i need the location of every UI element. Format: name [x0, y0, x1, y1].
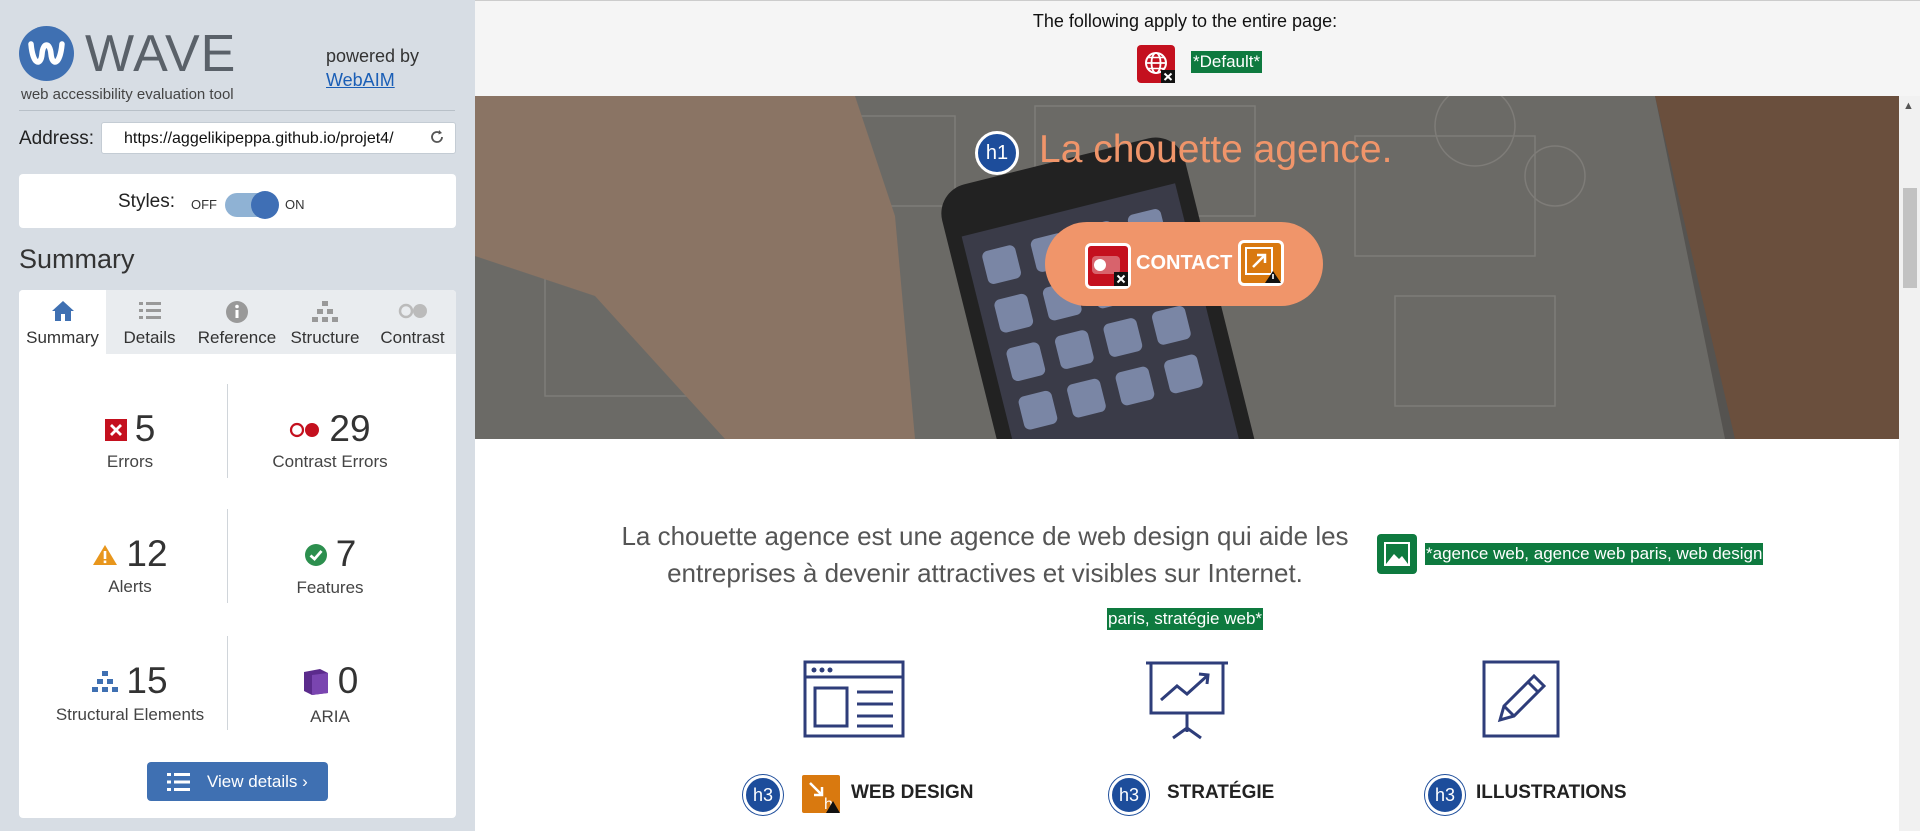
empty-button-error-icon[interactable]: [1085, 243, 1131, 289]
tab-contrast[interactable]: Contrast: [369, 290, 456, 354]
contrast-errors-count: 29: [329, 408, 371, 449]
list-icon: [106, 300, 193, 324]
styles-off-label: OFF: [191, 197, 217, 212]
page-level-annotations: The following apply to the entire page: …: [475, 0, 1920, 96]
structural-count: 15: [126, 660, 168, 701]
skipped-heading-alert-icon[interactable]: h: [799, 772, 843, 816]
presentation-chart-icon: [1145, 660, 1229, 747]
styles-label: Styles:: [118, 191, 176, 212]
divider: [227, 636, 228, 730]
divider: [19, 110, 455, 111]
summary-panel: Summary Details Reference Structure Cont…: [19, 290, 456, 818]
tab-label: Structure: [290, 328, 360, 347]
summary-heading: Summary: [19, 244, 135, 274]
aria-count: 0: [337, 660, 359, 701]
wave-sidebar: WAVE web accessibility evaluation tool p…: [0, 0, 475, 831]
page-scrollbar[interactable]: ▲: [1899, 96, 1920, 831]
error-icon: [104, 419, 127, 446]
address-bar: Address:: [19, 122, 456, 156]
address-box: [101, 122, 456, 154]
features-count: 7: [335, 533, 357, 574]
scroll-up-icon[interactable]: ▲: [1903, 100, 1914, 112]
default-label: *Default*: [1191, 51, 1263, 73]
stat-errors[interactable]: 5 Errors: [30, 408, 230, 472]
h3-heading-icon[interactable]: h3: [743, 775, 783, 815]
tab-summary[interactable]: Summary: [19, 290, 106, 354]
tab-bar: Summary Details Reference Structure Cont…: [19, 290, 456, 354]
powered-by: powered by WebAIM: [326, 44, 419, 92]
stat-contrast-errors[interactable]: 29 Contrast Errors: [230, 408, 430, 472]
styles-on-label: ON: [285, 197, 305, 212]
service-title-strategie: STRATÉGIE: [1167, 782, 1275, 803]
structural-label: Structural Elements: [55, 705, 205, 725]
list-icon: [167, 772, 191, 797]
tab-details[interactable]: Details: [106, 290, 193, 354]
tab-structure[interactable]: Structure: [281, 290, 369, 354]
features-label: Features: [296, 578, 364, 598]
page-level-heading: The following apply to the entire page:: [1032, 11, 1338, 31]
structure-icon: [92, 670, 119, 699]
alerts-label: Alerts: [108, 577, 152, 597]
view-details-label: View details ›: [207, 772, 308, 791]
feature-check-icon: [304, 543, 328, 572]
alt-text-label: paris, stratégie web*: [1107, 608, 1264, 630]
service-title-web-design: WEB DESIGN: [851, 782, 974, 803]
divider: [227, 509, 228, 603]
powered-by-text: powered by: [326, 46, 420, 66]
agency-description: La chouette agence est une agence de web…: [621, 521, 1349, 588]
errors-count: 5: [134, 408, 156, 449]
view-details-button[interactable]: View details ›: [147, 762, 328, 801]
toggle-knob: [251, 191, 279, 219]
address-label: Address:: [19, 128, 94, 149]
refresh-icon[interactable]: [429, 129, 447, 147]
logo-subtitle: web accessibility evaluation tool: [21, 86, 234, 103]
scroll-thumb[interactable]: [1903, 188, 1917, 288]
wave-logo-text: WAVE: [85, 25, 237, 83]
errors-label: Errors: [106, 452, 154, 472]
browser-window-icon: [803, 660, 905, 743]
aria-label: ARIA: [310, 707, 350, 727]
home-icon: [19, 300, 106, 324]
tab-label: Contrast: [380, 328, 445, 347]
styles-toggle-card: Styles: OFF ON: [19, 174, 456, 228]
h3-heading-icon[interactable]: h3: [1109, 775, 1149, 815]
service-title-illustrations: ILLUSTRATIONS: [1476, 782, 1627, 803]
language-error-icon[interactable]: [1137, 45, 1175, 83]
tab-label: Details: [123, 328, 176, 347]
alt-text-label: *agence web, agence web paris, web desig…: [1425, 543, 1764, 565]
divider: [227, 384, 228, 478]
contact-label: CONTACT: [1136, 252, 1233, 274]
stat-alerts[interactable]: 12 Alerts: [30, 533, 230, 597]
contrast-error-icon: [289, 421, 321, 444]
aria-icon: [302, 668, 330, 701]
stat-features[interactable]: 7 Features: [230, 533, 430, 598]
h1-heading-icon[interactable]: h1: [975, 131, 1019, 175]
alerts-count: 12: [126, 533, 168, 574]
tab-label: Summary: [26, 328, 99, 347]
contrast-icon: [369, 300, 456, 324]
tab-label: Reference: [197, 328, 277, 347]
webaim-link[interactable]: WebAIM: [326, 70, 395, 90]
wave-logo-icon: [19, 26, 74, 81]
styles-toggle[interactable]: [225, 191, 279, 219]
pencil-icon: [1482, 660, 1560, 743]
info-icon: [193, 300, 281, 324]
address-input[interactable]: [124, 130, 414, 148]
alert-icon: [92, 544, 118, 571]
h3-heading-icon[interactable]: h3: [1425, 775, 1465, 815]
hierarchy-icon: [281, 300, 369, 324]
tab-reference[interactable]: Reference: [193, 290, 281, 354]
redundant-link-alert-icon[interactable]: [1238, 240, 1284, 286]
evaluated-page: The following apply to the entire page: …: [475, 0, 1920, 831]
contrast-errors-label: Contrast Errors: [272, 452, 388, 471]
hero-title: La chouette agence.: [1039, 128, 1393, 171]
stat-structural[interactable]: 15 Structural Elements: [30, 660, 230, 725]
stat-aria[interactable]: 0 ARIA: [230, 660, 430, 727]
image-alt-feature-icon[interactable]: [1377, 534, 1417, 574]
